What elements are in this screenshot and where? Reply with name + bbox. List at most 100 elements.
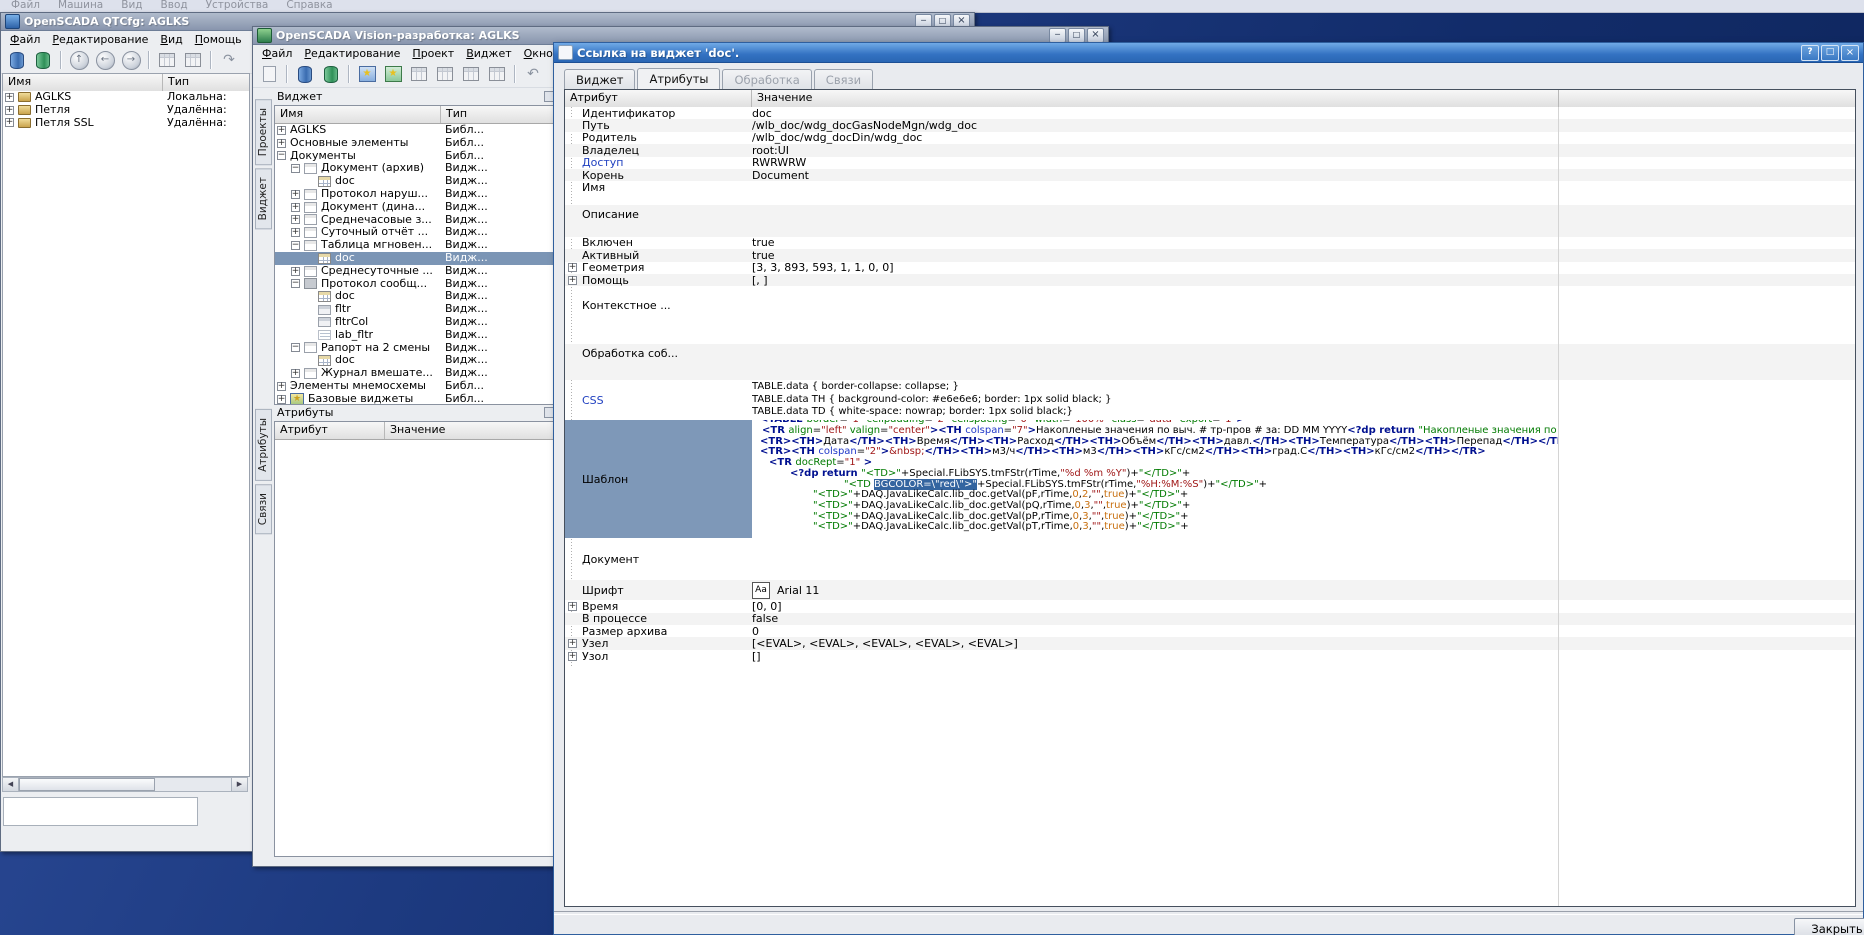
help-icon[interactable] xyxy=(1801,45,1819,61)
new-library-icon[interactable] xyxy=(355,63,379,86)
menu-item[interactable]: Редактирование xyxy=(46,33,154,46)
widget-edit-icon[interactable] xyxy=(485,63,509,86)
tree-row[interactable]: docВидж... xyxy=(275,252,557,265)
column-header-value[interactable]: Значение xyxy=(385,422,557,439)
widget-props-icon[interactable] xyxy=(459,63,483,86)
db-load-icon[interactable] xyxy=(293,63,317,86)
close-icon[interactable] xyxy=(1841,45,1859,61)
attr-row[interactable]: CSSTABLE.data { border-collapse: collaps… xyxy=(565,380,1855,420)
tree-row[interactable]: +Основные элементыБибл... xyxy=(275,137,557,150)
expander-icon[interactable]: + xyxy=(568,639,577,648)
item-add-icon[interactable] xyxy=(155,49,179,72)
tree-row[interactable]: −Протокол сообщ...Видж... xyxy=(275,278,557,291)
expander-icon[interactable]: − xyxy=(291,241,300,250)
nav-back-icon[interactable]: ← xyxy=(93,49,117,72)
attr-row[interactable]: +Узел[<EVAL>, <EVAL>, <EVAL>, <EVAL>, <E… xyxy=(565,637,1855,649)
menu-item[interactable]: Проект xyxy=(406,47,460,60)
expander-icon[interactable]: + xyxy=(291,228,300,237)
expander-icon[interactable]: − xyxy=(291,343,300,352)
side-tab-Связи[interactable]: Связи xyxy=(255,484,272,534)
column-header-value[interactable]: Значение xyxy=(752,90,1559,107)
exec-icon[interactable] xyxy=(257,63,281,86)
expander-icon[interactable]: + xyxy=(291,215,300,224)
minimize-icon[interactable] xyxy=(1049,28,1066,43)
tree-row[interactable]: −Таблица мгновен...Видж... xyxy=(275,239,557,252)
tree-row[interactable]: +AGLKSЛокальна: xyxy=(3,91,249,104)
menu-item[interactable]: Устройства xyxy=(197,0,278,12)
widget-add-icon[interactable] xyxy=(407,63,431,86)
attr-row[interactable]: Размер архива0 xyxy=(565,625,1855,637)
horizontal-scrollbar[interactable] xyxy=(2,777,248,792)
expander-icon[interactable]: − xyxy=(291,164,300,173)
expander-icon[interactable]: + xyxy=(568,652,577,661)
tree-row[interactable]: +Документ (дина...Видж... xyxy=(275,201,557,214)
tree-row[interactable]: +Базовые виджетыБибл... xyxy=(275,393,557,404)
maximize-icon[interactable] xyxy=(1068,28,1085,43)
menu-item[interactable]: Виджет xyxy=(460,47,517,60)
tree-row[interactable]: fltrВидж... xyxy=(275,303,557,316)
new-widget-icon[interactable] xyxy=(381,63,405,86)
column-header-type[interactable]: Тип xyxy=(163,74,249,91)
attr-row[interactable]: Описание xyxy=(565,205,1855,237)
attr-row[interactable]: Родитель/wlb_doc/wdg_docDin/wdg_doc xyxy=(565,132,1855,144)
column-header-attribute[interactable]: Атрибут xyxy=(275,422,385,439)
menu-item[interactable]: Справка xyxy=(277,0,341,12)
attr-row[interactable]: ШрифтAaArial 11 xyxy=(565,580,1855,600)
column-header-type[interactable]: Тип xyxy=(441,106,557,123)
expander-icon[interactable]: + xyxy=(277,395,286,404)
attr-row[interactable]: +Время[0, 0] xyxy=(565,600,1855,612)
nav-forward-icon[interactable]: → xyxy=(119,49,143,72)
tree-row[interactable]: docВидж... xyxy=(275,354,557,367)
attr-row[interactable]: Шаблон<TABLE border="1" cellpadding="2" … xyxy=(565,420,1855,538)
attr-row[interactable]: Владелецroot:UI xyxy=(565,144,1855,156)
attr-row[interactable]: +Узол[] xyxy=(565,650,1855,662)
side-tab-Проекты[interactable]: Проекты xyxy=(255,99,272,165)
attr-row[interactable]: Контекстное ... xyxy=(565,296,1855,338)
scroll-right-icon[interactable] xyxy=(231,778,247,791)
tree-row[interactable]: +Журнал вмешате...Видж... xyxy=(275,367,557,380)
attr-row[interactable]: Идентификаторdoc xyxy=(565,107,1855,119)
attr-row[interactable]: Документ xyxy=(565,550,1855,580)
expander-icon[interactable]: + xyxy=(291,267,300,276)
maximize-icon[interactable] xyxy=(1821,45,1839,61)
expander-icon[interactable]: + xyxy=(5,106,14,115)
tab-Виджет[interactable]: Виджет xyxy=(564,69,635,90)
attr-row[interactable]: +Помощь[, ] xyxy=(565,274,1855,286)
tree-row[interactable]: +ПетляУдалённа: xyxy=(3,104,249,117)
close-button[interactable]: Закрыть xyxy=(1794,918,1864,935)
attr-row[interactable]: В процессеfalse xyxy=(565,613,1855,625)
expander-icon[interactable]: − xyxy=(277,151,286,160)
attr-row[interactable]: КореньDocument xyxy=(565,169,1855,181)
column-header-name[interactable]: Имя xyxy=(275,106,441,123)
menu-item[interactable]: Файл xyxy=(256,47,298,60)
expander-icon[interactable]: + xyxy=(568,602,577,611)
attr-row[interactable]: +Геометрия[3, 3, 893, 593, 1, 1, 0, 0] xyxy=(565,262,1855,274)
attr-row[interactable]: Путь/wlb_doc/wdg_docGasNodeMgn/wdg_doc xyxy=(565,119,1855,131)
expander-icon[interactable]: + xyxy=(5,93,14,102)
menu-item[interactable]: Редактирование xyxy=(298,47,406,60)
undo-icon[interactable]: ↶ xyxy=(521,63,545,86)
close-icon[interactable] xyxy=(1087,28,1104,43)
tree-row[interactable]: +Элементы мнемосхемыБибл... xyxy=(275,380,557,393)
attr-row[interactable]: Включенtrue xyxy=(565,237,1855,249)
side-tab-Виджет[interactable]: Виджет xyxy=(255,168,272,229)
expander-icon[interactable]: + xyxy=(277,382,286,391)
tree-row[interactable]: −Документ (архив)Видж... xyxy=(275,162,557,175)
db-save-icon[interactable] xyxy=(319,63,343,86)
menu-item[interactable]: Файл xyxy=(4,33,46,46)
expander-icon[interactable]: + xyxy=(568,276,577,285)
tree-row[interactable]: +Среднесуточные ...Видж... xyxy=(275,265,557,278)
db-load-icon[interactable] xyxy=(5,49,29,72)
attr-row[interactable]: Имя xyxy=(565,181,1855,193)
attr-row[interactable]: Обработка соб... xyxy=(565,344,1855,380)
menu-item[interactable]: Вид xyxy=(112,0,151,12)
expander-icon[interactable]: + xyxy=(291,369,300,378)
dialog-titlebar[interactable]: Ссылка на виджет 'doc'. xyxy=(554,43,1863,63)
db-save-icon[interactable] xyxy=(31,49,55,72)
tree-row[interactable]: +Суточный отчёт ...Видж... xyxy=(275,226,557,239)
menu-item[interactable]: Помощь xyxy=(189,33,248,46)
tree-row[interactable]: docВидж... xyxy=(275,290,557,303)
redo-icon[interactable]: ↷ xyxy=(217,49,241,72)
tab-Атрибуты[interactable]: Атрибуты xyxy=(637,68,720,91)
menu-item[interactable]: Ввод xyxy=(152,0,197,12)
